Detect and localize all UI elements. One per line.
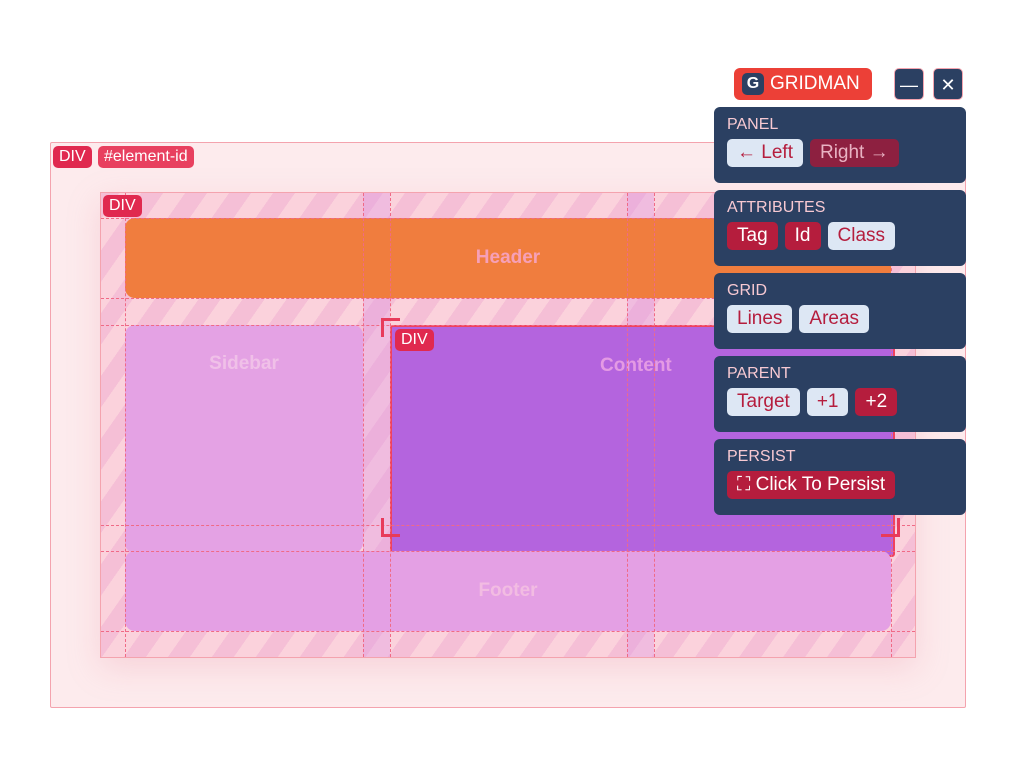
grid-line bbox=[101, 525, 915, 526]
grid-line bbox=[627, 193, 628, 657]
attributes-section: ATTRIBUTES Tag Id Class bbox=[714, 190, 966, 266]
close-button[interactable]: ✕ bbox=[933, 68, 963, 100]
section-title: PERSIST bbox=[727, 448, 796, 465]
selection-corner bbox=[381, 518, 400, 537]
persist-section: PERSIST ⛶ Click To Persist bbox=[714, 439, 966, 515]
gridman-logo-button[interactable]: G GRIDMAN bbox=[734, 68, 872, 100]
persist-label: Click To Persist bbox=[755, 474, 886, 495]
parent-target-button[interactable]: Target bbox=[727, 388, 800, 416]
area-label: Content bbox=[600, 355, 672, 376]
grid-line bbox=[101, 551, 915, 552]
section-title: PARENT bbox=[727, 365, 791, 382]
grid-areas-toggle[interactable]: Areas bbox=[799, 305, 870, 333]
parent-plus2-button[interactable]: +2 bbox=[855, 388, 898, 416]
attribute-class-toggle[interactable]: Class bbox=[827, 222, 896, 250]
minimize-icon: — bbox=[900, 75, 918, 95]
attribute-tag-toggle[interactable]: Tag bbox=[727, 222, 778, 250]
section-title: PANEL bbox=[727, 116, 779, 133]
section-title: GRID bbox=[727, 282, 767, 299]
selection-corner bbox=[881, 518, 900, 537]
click-to-persist-button[interactable]: ⛶ Click To Persist bbox=[727, 471, 896, 499]
grid-section: GRID Lines Areas bbox=[714, 273, 966, 349]
close-icon: ✕ bbox=[940, 75, 956, 95]
panel-left-button[interactable]: ← Left bbox=[727, 139, 803, 167]
parent-plus1-button[interactable]: +1 bbox=[806, 388, 849, 416]
attribute-id-toggle[interactable]: Id bbox=[784, 222, 821, 250]
area-label: Header bbox=[475, 247, 541, 268]
gridman-logo-icon: G bbox=[742, 73, 764, 95]
grid-lines-toggle[interactable]: Lines bbox=[727, 305, 793, 333]
selection-corner bbox=[381, 318, 400, 337]
focus-icon: ⛶ bbox=[737, 474, 751, 495]
panel-right-button[interactable]: Right → bbox=[809, 139, 899, 167]
area-label: Sidebar bbox=[209, 353, 279, 374]
grid-line bbox=[363, 193, 364, 657]
panel-section: PANEL ← Left Right → bbox=[714, 107, 966, 183]
grid-line bbox=[101, 631, 915, 632]
gridman-title: GRIDMAN bbox=[770, 73, 860, 94]
area-label: Footer bbox=[478, 580, 538, 601]
grid-line bbox=[390, 193, 391, 657]
tag-badge: DIV bbox=[395, 329, 434, 351]
parent-section: PARENT Target +1 +2 bbox=[714, 356, 966, 432]
grid-area-footer[interactable]: Footer bbox=[125, 551, 891, 631]
grid-line bbox=[125, 193, 126, 657]
id-badge: #element-id bbox=[98, 146, 194, 168]
section-title: ATTRIBUTES bbox=[727, 199, 826, 216]
grid-line bbox=[654, 193, 655, 657]
minimize-button[interactable]: — bbox=[894, 68, 924, 100]
grid-area-sidebar[interactable]: Sidebar bbox=[125, 325, 363, 553]
tag-badge: DIV bbox=[53, 146, 92, 168]
tag-badge: DIV bbox=[103, 195, 142, 217]
